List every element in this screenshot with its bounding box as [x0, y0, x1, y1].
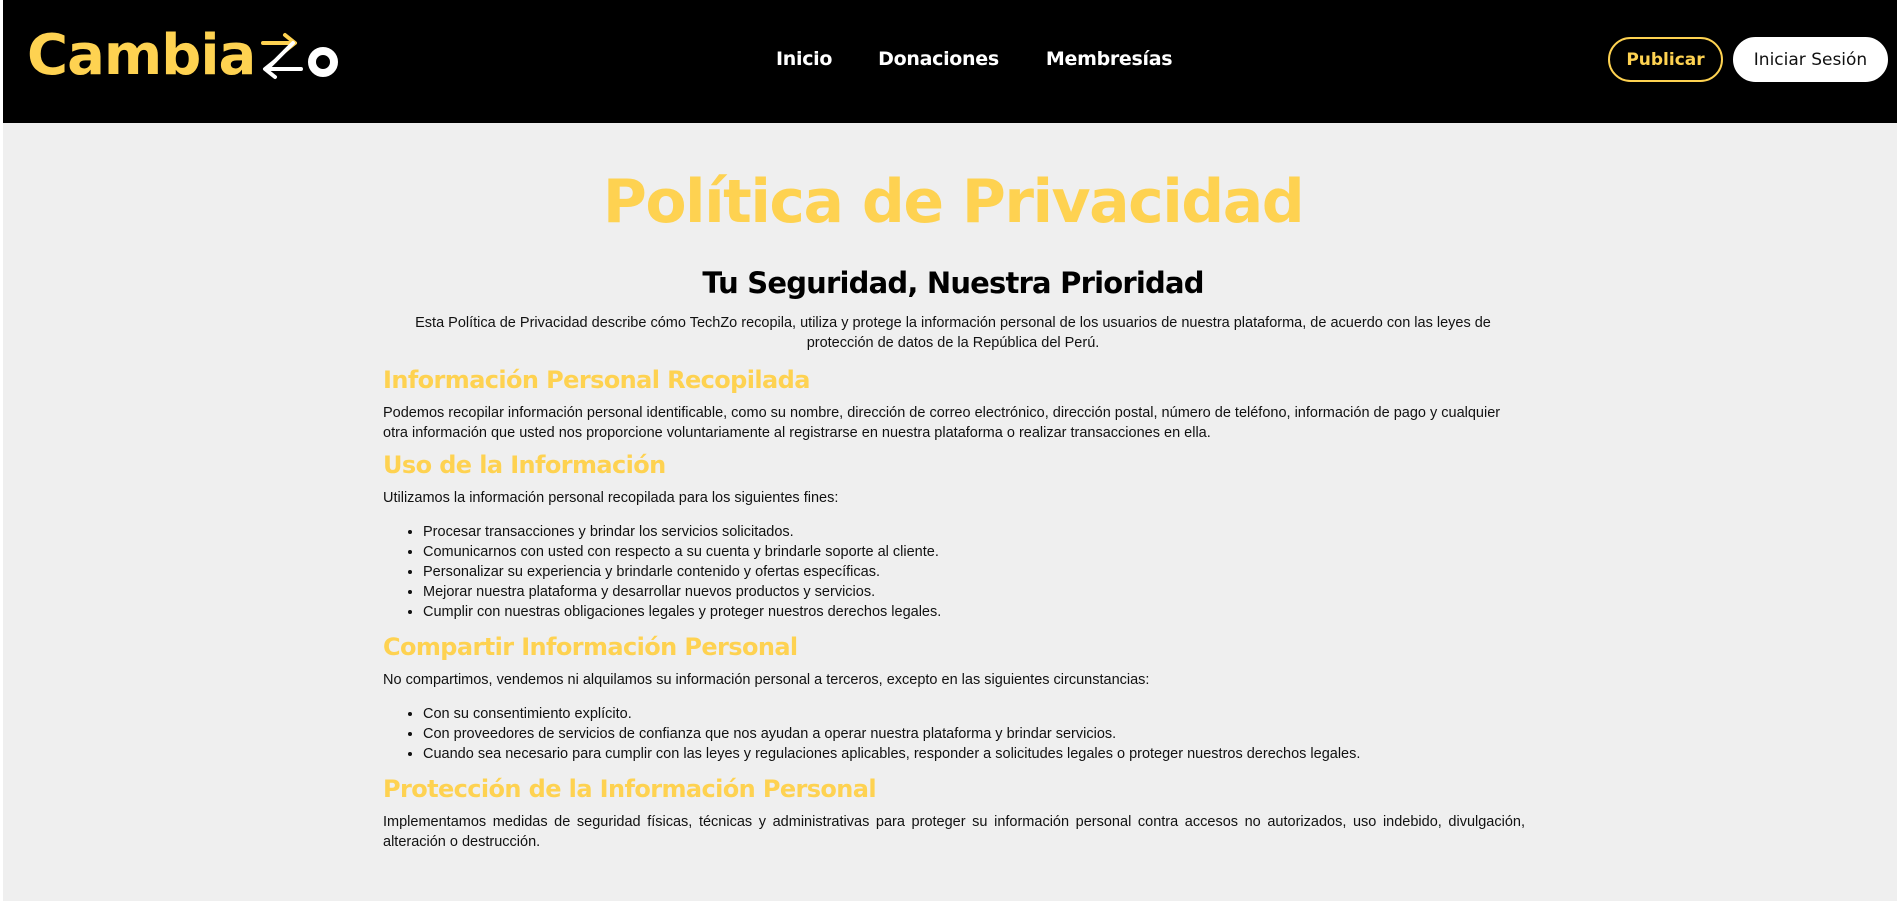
list-item: Procesar transacciones y brindar los ser…	[423, 522, 1525, 542]
section-heading: Protección de la Información Personal	[383, 775, 877, 803]
list-item: Mejorar nuestra plataforma y desarrollar…	[423, 582, 1525, 602]
section-heading: Compartir Información Personal	[383, 633, 798, 661]
list-item: Comunicarnos con usted con respecto a su…	[423, 542, 1525, 562]
section-personal-info: Información Personal Recopilada Podemos …	[383, 363, 1525, 443]
section-use-of-info: Uso de la Información Utilizamos la info…	[383, 448, 1525, 622]
use-list: Procesar transacciones y brindar los ser…	[383, 522, 1525, 622]
section-heading: Información Personal Recopilada	[383, 366, 810, 394]
list-item: Con su consentimiento explícito.	[423, 704, 1525, 724]
nav-inicio[interactable]: Inicio	[776, 46, 832, 72]
logo-o-mark	[308, 47, 339, 77]
sharing-list: Con su consentimiento explícito. Con pro…	[383, 704, 1525, 764]
nav-donaciones[interactable]: Donaciones	[878, 46, 999, 72]
list-item: Cuando sea necesario para cumplir con la…	[423, 744, 1525, 764]
list-item: Con proveedores de servicios de confianz…	[423, 724, 1525, 744]
page-subtitle: Tu Seguridad, Nuestra Prioridad	[702, 266, 1204, 300]
section-paragraph: Podemos recopilar información personal i…	[383, 405, 1501, 441]
policy-sections: Información Personal Recopilada Podemos …	[383, 363, 1525, 852]
privacy-policy-content: Política de Privacidad Tu Seguridad, Nue…	[3, 123, 1897, 901]
page: Cambia Inicio Donaciones Membresías Publ…	[0, 0, 1897, 901]
cambiazo-logo[interactable]: Cambia	[27, 27, 339, 85]
exchange-arrows-icon	[261, 33, 304, 79]
section-protection: Protección de la Información Personal Im…	[383, 772, 1525, 852]
intro-paragraph: Esta Política de Privacidad describe cóm…	[415, 315, 1491, 351]
main-nav: Inicio Donaciones Membresías	[776, 46, 1173, 72]
login-button[interactable]: Iniciar Sesión	[1733, 37, 1888, 82]
section-paragraph: No compartimos, vendemos ni alquilamos s…	[383, 672, 1150, 688]
section-paragraph: Implementamos medidas de seguridad físic…	[383, 814, 1525, 850]
nav-membresias[interactable]: Membresías	[1046, 46, 1173, 72]
section-sharing-info: Compartir Información Personal No compar…	[383, 630, 1525, 764]
publish-button[interactable]: Publicar	[1608, 37, 1723, 82]
section-heading: Uso de la Información	[383, 451, 666, 479]
list-item: Personalizar su experiencia y brindarle …	[423, 562, 1525, 582]
page-title: Política de Privacidad	[602, 167, 1305, 237]
list-item: Cumplir con nuestras obligaciones legale…	[423, 602, 1525, 622]
section-paragraph: Utilizamos la información personal recop…	[383, 490, 839, 506]
top-navbar: Cambia Inicio Donaciones Membresías Publ…	[3, 0, 1897, 123]
logo-text: Cambia	[27, 23, 256, 88]
